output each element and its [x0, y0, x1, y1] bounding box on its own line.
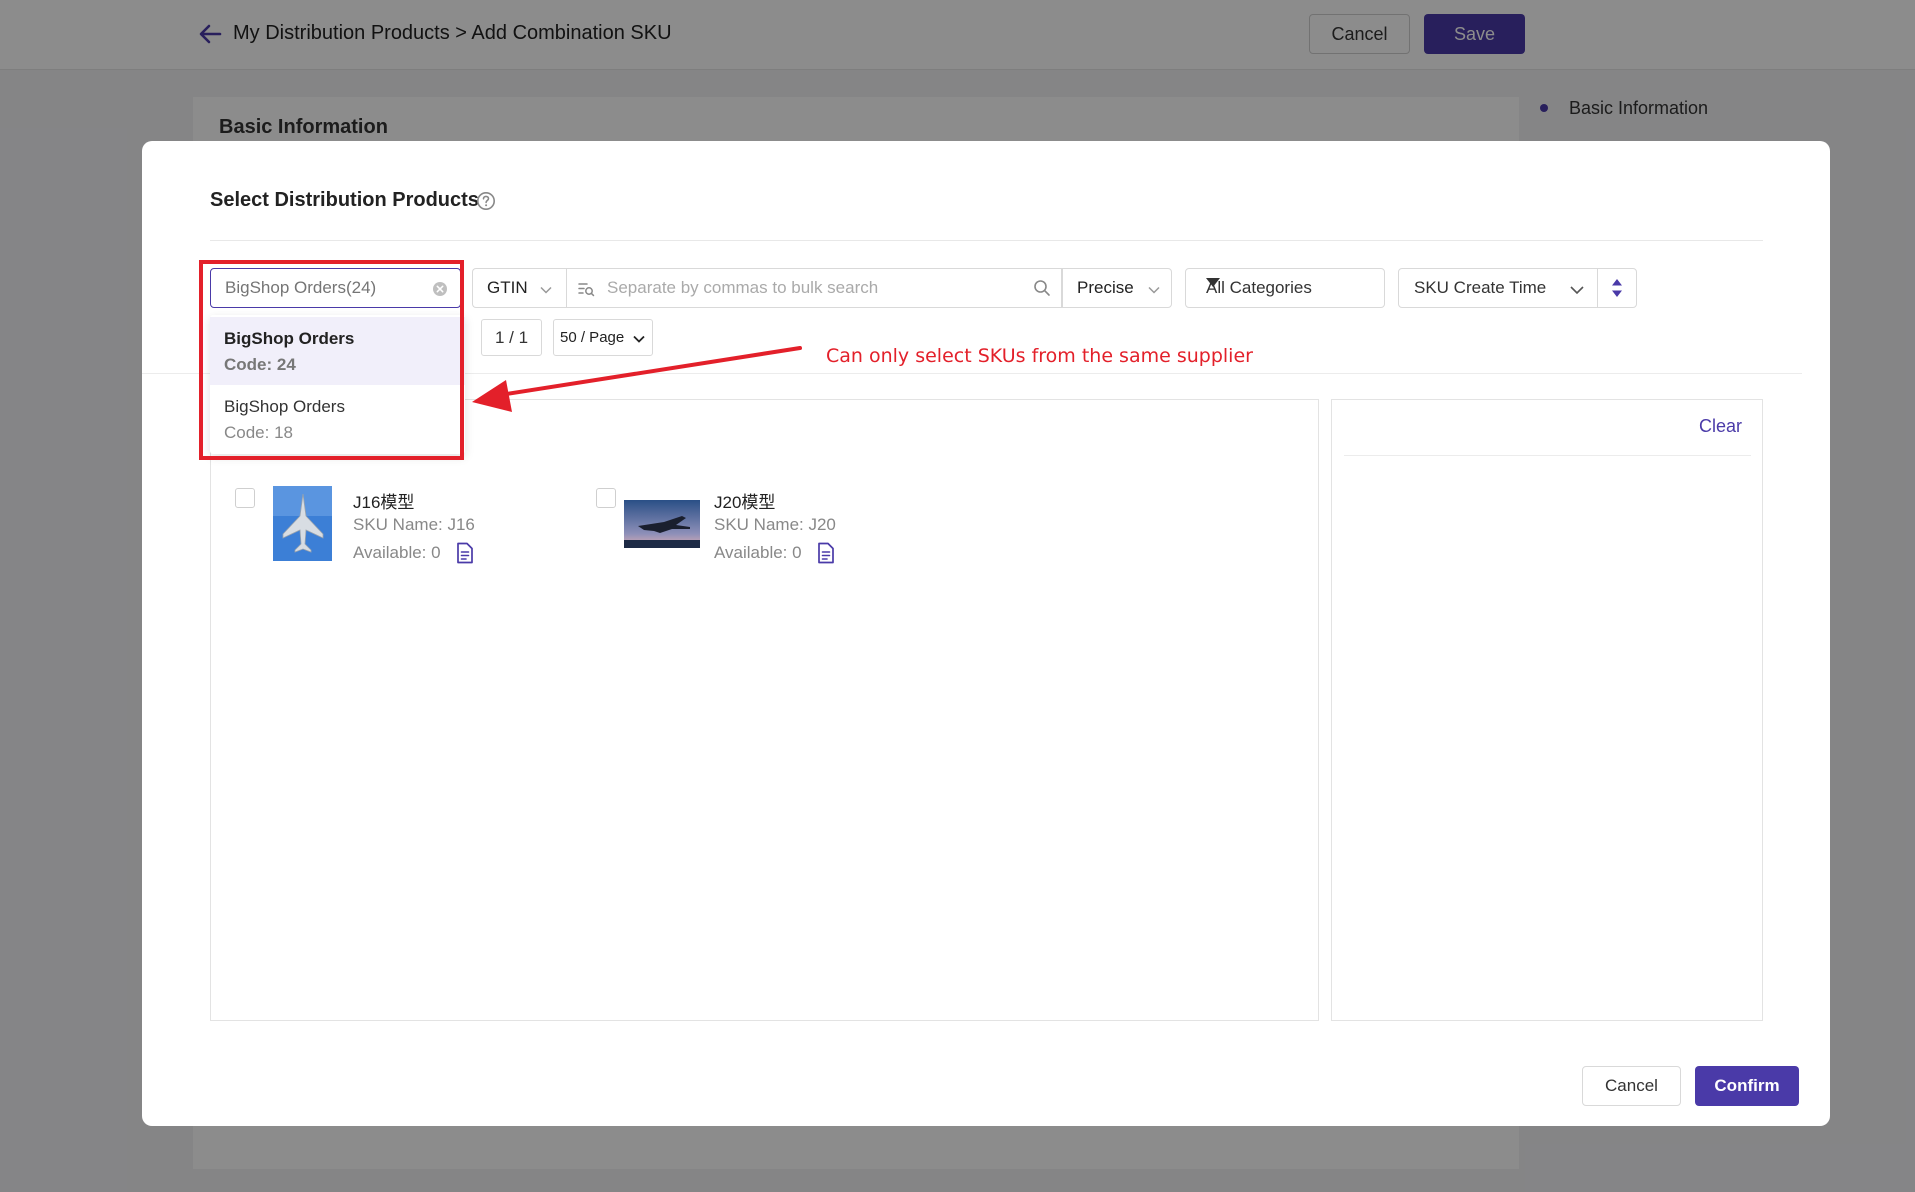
- sort-order-button[interactable]: [1597, 268, 1637, 308]
- modal-confirm-button[interactable]: Confirm: [1695, 1066, 1799, 1106]
- clear-selection-link[interactable]: Clear: [1699, 416, 1742, 437]
- product-available: Available: 0: [353, 543, 441, 562]
- sort-field-label: SKU Create Time: [1414, 278, 1547, 297]
- selected-panel-divider: [1344, 455, 1751, 456]
- chevron-down-icon: [1570, 286, 1584, 295]
- page-indicator: 1 / 1: [481, 319, 542, 356]
- search-field-label: GTIN: [487, 278, 528, 297]
- search-field-select[interactable]: GTIN: [472, 268, 566, 308]
- caret-down-icon: [1206, 278, 1220, 287]
- bulk-search-box[interactable]: [566, 268, 1062, 308]
- product-name: J16模型: [353, 493, 415, 512]
- product-thumbnail-j20: [624, 500, 700, 548]
- category-select[interactable]: All Categories: [1185, 268, 1385, 308]
- product-thumbnail-j16: [273, 486, 332, 561]
- product-available: Available: 0: [714, 543, 802, 562]
- page-size-label: 50 / Page: [560, 329, 625, 346]
- modal-title-divider: [210, 240, 1763, 241]
- modal-cancel-button[interactable]: Cancel: [1582, 1066, 1681, 1106]
- selected-products-panel: Clear: [1331, 399, 1763, 1021]
- annotation-text: Can only select SKUs from the same suppl…: [826, 345, 1253, 367]
- annotation-highlight-box: [199, 260, 464, 460]
- sort-field-select[interactable]: SKU Create Time: [1398, 268, 1598, 308]
- sort-arrows-icon: [1612, 279, 1622, 297]
- product-checkbox[interactable]: [235, 488, 255, 508]
- match-mode-label: Precise: [1077, 278, 1134, 297]
- product-list-panel: J16模型 SKU Name: J16 Available: 0 J20模型 S…: [210, 399, 1319, 1021]
- search-icon[interactable]: [1033, 279, 1051, 297]
- chevron-down-icon: [1148, 286, 1160, 294]
- bulk-search-input[interactable]: [607, 278, 1027, 298]
- bulk-search-icon: [578, 283, 595, 297]
- chevron-down-icon: [633, 335, 645, 343]
- chevron-down-icon: [540, 286, 552, 294]
- category-label: All Categories: [1206, 278, 1312, 297]
- document-icon[interactable]: [455, 542, 475, 564]
- product-name: J20模型: [714, 493, 776, 512]
- help-circle-icon[interactable]: [476, 191, 496, 211]
- product-sku: SKU Name: J16: [353, 515, 475, 534]
- match-mode-select[interactable]: Precise: [1062, 268, 1172, 308]
- page-size-select[interactable]: 50 / Page: [553, 319, 653, 356]
- product-sku: SKU Name: J20: [714, 515, 836, 534]
- modal-title: Select Distribution Products: [210, 189, 479, 211]
- document-icon[interactable]: [816, 542, 836, 564]
- product-checkbox[interactable]: [596, 488, 616, 508]
